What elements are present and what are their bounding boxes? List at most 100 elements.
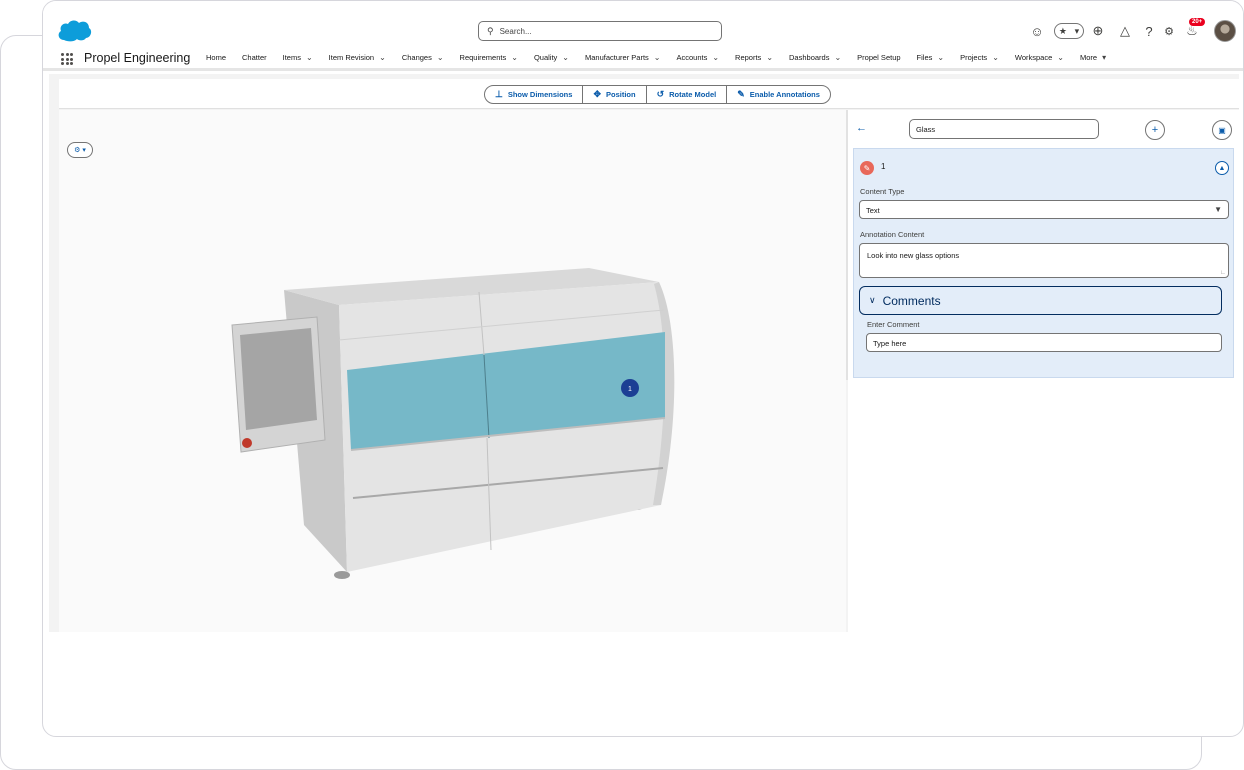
chevron-down-icon[interactable]: ⌄	[562, 53, 569, 62]
chevron-down-icon[interactable]: ⌄	[1057, 53, 1064, 62]
nav-item-changes[interactable]: Changes ⌄	[402, 53, 444, 62]
position-label: Position	[605, 90, 636, 99]
show-dimensions-button[interactable]: ⊥ Show Dimensions	[485, 86, 584, 103]
nav-item-requirements[interactable]: Requirements ⌄	[460, 53, 518, 62]
agent-icon[interactable]: ☺	[1029, 20, 1045, 42]
nav-item-workspace[interactable]: Workspace ⌄	[1015, 53, 1064, 62]
emergency-stop-button[interactable]	[242, 438, 252, 448]
setup-gear-icon[interactable]: ⚙	[1162, 20, 1176, 42]
add-annotation-button[interactable]: +	[1145, 120, 1165, 140]
viewer-settings-button[interactable]: ⚙ ▾	[67, 142, 93, 158]
notifications-badge: 20+	[1189, 18, 1206, 26]
chevron-down-icon[interactable]: ⌄	[379, 53, 386, 62]
show-dimensions-label: Show Dimensions	[507, 90, 573, 99]
global-add-icon[interactable]: ⊕	[1090, 20, 1106, 42]
annotation-content-value: Look into new glass options	[867, 251, 960, 260]
resize-grip-icon[interactable]: ∟	[1220, 270, 1226, 276]
comments-title: Comments	[882, 293, 941, 308]
app-launcher-icon[interactable]	[61, 53, 73, 65]
content-type-value: Text	[866, 206, 880, 215]
annotation-panel: ← Glass + ▣ ✎ 1 ▲ Content Type Text ▼ An…	[848, 110, 1239, 632]
nav-item-label: Accounts	[676, 53, 708, 62]
rotate-model-label: Rotate Model	[669, 90, 717, 99]
rotate-icon: ↺	[656, 89, 665, 99]
trailhead-icon[interactable]: △	[1117, 20, 1133, 42]
chevron-down-icon[interactable]: ⌄	[937, 53, 944, 62]
chevron-down-icon[interactable]: ⌄	[437, 53, 444, 62]
chevron-down-icon[interactable]: ⌄	[834, 53, 841, 62]
rotate-model-button[interactable]: ↺ Rotate Model	[647, 86, 728, 103]
nav-item-more[interactable]: More ▾	[1080, 53, 1106, 62]
nav-item-label: Propel Setup	[857, 53, 901, 62]
chevron-down-icon[interactable]: ⌄	[766, 53, 773, 62]
nav-item-projects[interactable]: Projects ⌄	[960, 53, 999, 62]
star-icon: ★	[1058, 25, 1067, 36]
comment-input[interactable]: Type here	[866, 333, 1222, 352]
main-content: ⊥ Show Dimensions ✥ Position ↺ Rotate Mo…	[49, 74, 1239, 632]
chevron-down-icon[interactable]: ⌄	[712, 53, 719, 62]
chevron-down-icon[interactable]: ⌄	[306, 53, 313, 62]
app-navigation-bar: Propel Engineering Home Chatter Items ⌄ Item…	[43, 47, 1243, 71]
nav-item-label: Dashboards	[789, 53, 830, 62]
chevron-down-icon[interactable]: ⌄	[511, 53, 518, 62]
nav-item-propel-setup[interactable]: Propel Setup	[857, 53, 900, 62]
user-avatar[interactable]	[1214, 20, 1236, 42]
move-icon: ✥	[593, 89, 601, 99]
search-icon: ⚲	[487, 25, 494, 36]
save-annotation-button[interactable]: ▣	[1212, 120, 1232, 140]
annotation-name-input[interactable]: Glass	[909, 119, 1099, 139]
chevron-down-icon[interactable]: ▾	[1102, 53, 1106, 62]
nav-item-chatter[interactable]: Chatter	[242, 53, 267, 62]
global-header: ⚲ Search... ☺ ★ ▾ ⊕ △ ? ⚙ ♨ 20+	[43, 1, 1243, 47]
nav-item-quality[interactable]: Quality ⌄	[534, 53, 569, 62]
gear-icon: ⚙ ▾	[74, 147, 86, 154]
chevron-down-icon: ∨	[869, 295, 876, 305]
favorites-button[interactable]: ★ ▾	[1054, 23, 1084, 39]
nav-item-item-revision[interactable]: Item Revision ⌄	[329, 53, 386, 62]
enable-annotations-button[interactable]: ✎ Enable Annotations	[727, 86, 830, 103]
nav-item-reports[interactable]: Reports ⌄	[735, 53, 773, 62]
nav-item-label: Projects	[960, 53, 988, 62]
annotation-content-textarea[interactable]: Look into new glass options ∟	[859, 243, 1229, 278]
nav-item-manufacturer-parts[interactable]: Manufacturer Parts ⌄	[585, 53, 660, 62]
nav-item-label: Requirements	[459, 53, 507, 62]
nav-item-label: Home	[206, 53, 227, 62]
nav-item-items[interactable]: Items ⌄	[283, 53, 313, 62]
control-screen[interactable]	[240, 328, 317, 430]
annotation-number: 1	[881, 162, 886, 171]
nav-item-label: Workspace	[1014, 53, 1053, 62]
annotation-card: ✎ 1 ▲ Content Type Text ▼ Annotation Con…	[853, 148, 1234, 378]
delete-annotation-button[interactable]: ▲	[1215, 161, 1229, 175]
nav-item-label: Manufacturer Parts	[585, 53, 649, 62]
nav-item-accounts[interactable]: Accounts ⌄	[676, 53, 719, 62]
nav-item-files[interactable]: Files ⌄	[917, 53, 945, 62]
nav-item-label: Items	[282, 53, 301, 62]
nav-item-dashboards[interactable]: Dashboards ⌄	[789, 53, 841, 62]
help-icon[interactable]: ?	[1142, 20, 1156, 42]
global-search-input[interactable]: ⚲ Search...	[478, 21, 722, 41]
nav-item-label: Reports	[735, 53, 762, 62]
comments-section-toggle[interactable]: ∨ Comments	[859, 286, 1222, 315]
enter-comment-label: Enter Comment	[867, 320, 920, 329]
dimensions-icon: ⊥	[495, 89, 503, 99]
chevron-down-icon[interactable]: ⌄	[992, 53, 999, 62]
search-placeholder: Search...	[499, 26, 532, 36]
content-type-select[interactable]: Text ▼	[859, 200, 1229, 219]
app-window: ⚲ Search... ☺ ★ ▾ ⊕ △ ? ⚙ ♨ 20+ Propel E…	[42, 0, 1244, 737]
app-name: Propel Engineering	[84, 51, 191, 65]
nav-items: Home Chatter Items ⌄ Item Revision ⌄ Changes ⌄ R…	[206, 53, 1122, 62]
machine-3d-model[interactable]: 1	[229, 260, 689, 585]
chevron-down-icon: ▼	[1214, 205, 1222, 214]
salesforce-logo[interactable]	[56, 18, 92, 43]
model-viewer[interactable]: ⚙ ▾ 1	[59, 110, 846, 632]
comment-placeholder: Type here	[873, 339, 907, 348]
back-arrow-icon[interactable]: ←	[856, 122, 867, 134]
enable-annotations-label: Enable Annotations	[749, 90, 820, 99]
plus-icon: +	[1151, 124, 1159, 136]
edit-pencil-icon[interactable]: ✎	[860, 161, 874, 175]
nav-item-home[interactable]: Home	[206, 53, 226, 62]
position-button[interactable]: ✥ Position	[583, 86, 647, 103]
nav-item-label: Chatter	[242, 53, 267, 62]
chevron-down-icon[interactable]: ⌄	[654, 53, 661, 62]
nav-item-label: Files	[916, 53, 933, 62]
